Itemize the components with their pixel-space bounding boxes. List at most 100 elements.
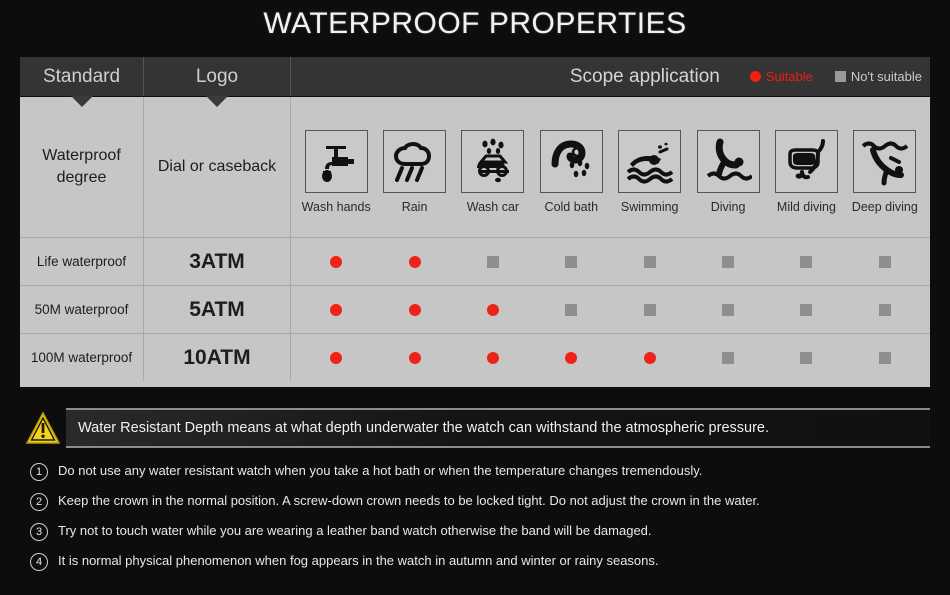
activity-label: Swimming	[620, 200, 679, 214]
subheader-cell-logo: Dial or caseback	[144, 97, 291, 237]
legend-item-not-suitable: No't suitable	[834, 69, 922, 84]
gray-square-icon	[878, 303, 891, 316]
mark-cell-snorkel-mask	[770, 303, 842, 316]
activity-icons-row: Wash hands Rain Wash car Cold bath Swimm…	[291, 97, 930, 237]
notes-list: 1 Do not use any water resistant watch wh…	[22, 462, 922, 582]
warning-triangle-icon	[20, 410, 66, 445]
subheader-standard-line1: Waterproof	[42, 147, 121, 165]
mark-cell-shower-head	[535, 303, 607, 316]
cell-standard: 50M waterproof	[20, 286, 144, 333]
activity-cell-deep-diver: Deep diving	[849, 120, 921, 214]
mark-cell-snorkel-mask	[770, 351, 842, 364]
warning-text: Water Resistant Depth means at what dept…	[78, 419, 769, 436]
subheader-logo-label: Dial or caseback	[157, 158, 277, 175]
activity-label: Mild diving	[776, 200, 836, 214]
cell-standard: Life waterproof	[20, 238, 144, 285]
mark-cell-shower-head	[535, 255, 607, 268]
mark-cell-diver	[692, 303, 764, 316]
note-number: 3	[30, 523, 48, 541]
faucet-icon	[304, 130, 368, 193]
mark-cell-deep-diver	[849, 303, 921, 316]
waterproof-properties-table: Standard Logo Scope application Suitable…	[20, 57, 930, 387]
subheader-standard-line2: degree	[56, 169, 107, 186]
mark-cell-deep-diver	[849, 351, 921, 364]
header-logo-label: Logo	[195, 65, 239, 87]
table-body: Waterproof degree Dial or caseback Wash …	[20, 97, 930, 387]
notch-standard-icon	[70, 96, 93, 107]
warning-strip: Water Resistant Depth means at what dept…	[20, 405, 930, 450]
header-scope-label: Scope application	[569, 65, 720, 87]
page-title: WATERPROOF PROPERTIES	[263, 7, 687, 40]
activity-label: Rain	[401, 200, 428, 214]
red-dot-icon	[486, 303, 499, 316]
mark-cell-deep-diver	[849, 255, 921, 268]
notch-logo-icon	[206, 96, 228, 107]
mark-cell-swimmer	[614, 303, 686, 316]
note-text: It is normal physical phenomenon when fo…	[58, 553, 659, 568]
rain-cloud-icon	[383, 130, 447, 193]
note-text: Try not to touch water while you are wea…	[58, 523, 652, 538]
car-wash-icon	[461, 130, 525, 193]
note-number: 1	[30, 463, 48, 481]
table-row: 50M waterproof 5ATM	[20, 285, 930, 333]
shower-head-icon	[539, 130, 603, 193]
note-number: 2	[30, 493, 48, 511]
activity-cell-shower-head: Cold bath	[535, 120, 607, 214]
note-item: 4 It is normal physical phenomenon when f…	[22, 552, 922, 582]
gray-square-icon	[800, 255, 813, 268]
red-dot-icon	[486, 351, 499, 364]
activity-label: Cold bath	[544, 200, 599, 214]
gray-square-icon	[643, 255, 656, 268]
gray-square-icon	[800, 351, 813, 364]
marks-row	[291, 286, 930, 333]
note-number: 4	[30, 553, 48, 571]
legend-label-not-suitable: No't suitable	[850, 69, 922, 84]
cell-logo: 5ATM	[144, 286, 291, 333]
note-item: 3 Try not to touch water while you are we…	[22, 522, 922, 552]
activity-label: Diving	[710, 200, 746, 214]
mark-cell-faucet	[300, 303, 372, 316]
gray-square-icon	[800, 303, 813, 316]
gray-square-icon	[565, 255, 578, 268]
red-dot-icon	[408, 303, 421, 316]
legend-label-suitable: Suitable	[765, 69, 813, 84]
activity-cell-diver: Diving	[692, 120, 764, 214]
table-row: Life waterproof 3ATM	[20, 237, 930, 285]
activity-label: Wash car	[466, 200, 520, 214]
activity-cell-swimmer: Swimming	[614, 120, 686, 214]
activity-cell-snorkel-mask: Mild diving	[770, 120, 842, 214]
mark-cell-faucet	[300, 255, 372, 268]
gray-square-icon	[486, 255, 499, 268]
mark-cell-car-wash	[457, 255, 529, 268]
subheader-cell-standard: Waterproof degree	[20, 97, 144, 237]
snorkel-mask-icon	[774, 130, 838, 193]
red-dot-icon	[749, 71, 761, 82]
warning-text-box: Water Resistant Depth means at what dept…	[66, 407, 930, 448]
mark-cell-diver	[692, 351, 764, 364]
note-text: Do not use any water resistant watch whe…	[58, 463, 703, 478]
legend-item-suitable: Suitable	[749, 69, 813, 84]
header-cell-scope: Scope application Suitable No't suitable	[291, 57, 930, 96]
cell-marks	[291, 286, 930, 333]
swimmer-icon	[618, 130, 682, 193]
cell-standard: 100M waterproof	[20, 334, 144, 381]
subheader-cell-activities: Wash hands Rain Wash car Cold bath Swimm…	[291, 97, 930, 237]
gray-square-icon	[722, 351, 735, 364]
table-subheader-row: Waterproof degree Dial or caseback Wash …	[20, 97, 930, 237]
mark-cell-swimmer	[614, 255, 686, 268]
red-dot-icon	[565, 351, 578, 364]
header-cell-logo: Logo	[144, 57, 291, 107]
mark-cell-rain-cloud	[379, 303, 451, 316]
red-dot-icon	[330, 303, 343, 316]
activity-cell-faucet: Wash hands	[300, 120, 372, 214]
cell-logo: 10ATM	[144, 334, 291, 381]
cell-marks	[291, 334, 930, 381]
mark-cell-shower-head	[535, 351, 607, 364]
note-item: 2 Keep the crown in the normal position. …	[22, 492, 922, 522]
mark-cell-diver	[692, 255, 764, 268]
mark-cell-swimmer	[614, 351, 686, 364]
mark-cell-car-wash	[457, 303, 529, 316]
table-row: 100M waterproof 10ATM	[20, 333, 930, 381]
red-dot-icon	[330, 255, 343, 268]
red-dot-icon	[408, 351, 421, 364]
